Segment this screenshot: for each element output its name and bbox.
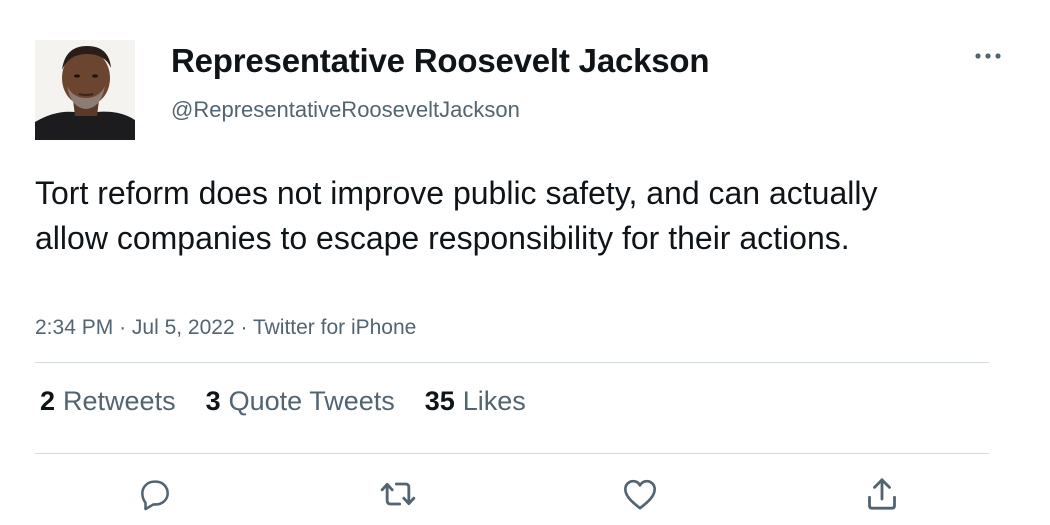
quote-tweets-label: Quote Tweets	[228, 386, 395, 416]
share-button[interactable]	[862, 474, 902, 514]
likes-label: Likes	[462, 386, 526, 416]
retweet-button[interactable]	[378, 474, 418, 514]
retweets-label: Retweets	[63, 386, 176, 416]
divider	[35, 362, 989, 363]
tweet-time[interactable]: 2:34 PM	[35, 316, 113, 339]
retweets-count: 2	[40, 386, 56, 416]
avatar[interactable]	[35, 40, 135, 140]
tweet-text: Tort reform does not improve public safe…	[35, 175, 878, 256]
meta-separator: ·	[240, 316, 253, 339]
share-icon	[868, 478, 896, 510]
likes-count: 35	[424, 386, 455, 416]
meta-separator: ·	[119, 316, 132, 339]
more-options-icon	[975, 53, 1001, 59]
quote-tweets-count: 3	[205, 386, 221, 416]
profile-photo-icon	[35, 40, 135, 140]
user-handle[interactable]: @RepresentativeRooseveltJackson	[171, 97, 520, 123]
tweet-date[interactable]: Jul 5, 2022	[132, 316, 235, 339]
retweets-stat[interactable]: 2 Retweets	[40, 386, 176, 417]
like-button[interactable]	[620, 474, 660, 514]
tweet-source[interactable]: Twitter for iPhone	[253, 316, 416, 339]
reply-icon	[141, 480, 169, 511]
likes-stat[interactable]: 35 Likes	[425, 386, 526, 417]
heart-icon	[624, 479, 656, 510]
divider	[35, 453, 989, 454]
reply-button[interactable]	[135, 474, 175, 514]
retweet-icon	[380, 482, 416, 506]
display-name[interactable]: Representative Roosevelt Jackson	[171, 42, 710, 80]
more-options-button[interactable]	[968, 42, 1008, 70]
quote-tweets-stat[interactable]: 3 Quote Tweets	[206, 386, 395, 417]
engagement-stats: 2 Retweets 3 Quote Tweets 35 Likes	[40, 386, 526, 417]
tweet-meta: 2:34 PM · Jul 5, 2022 · Twitter for iPho…	[35, 316, 416, 340]
